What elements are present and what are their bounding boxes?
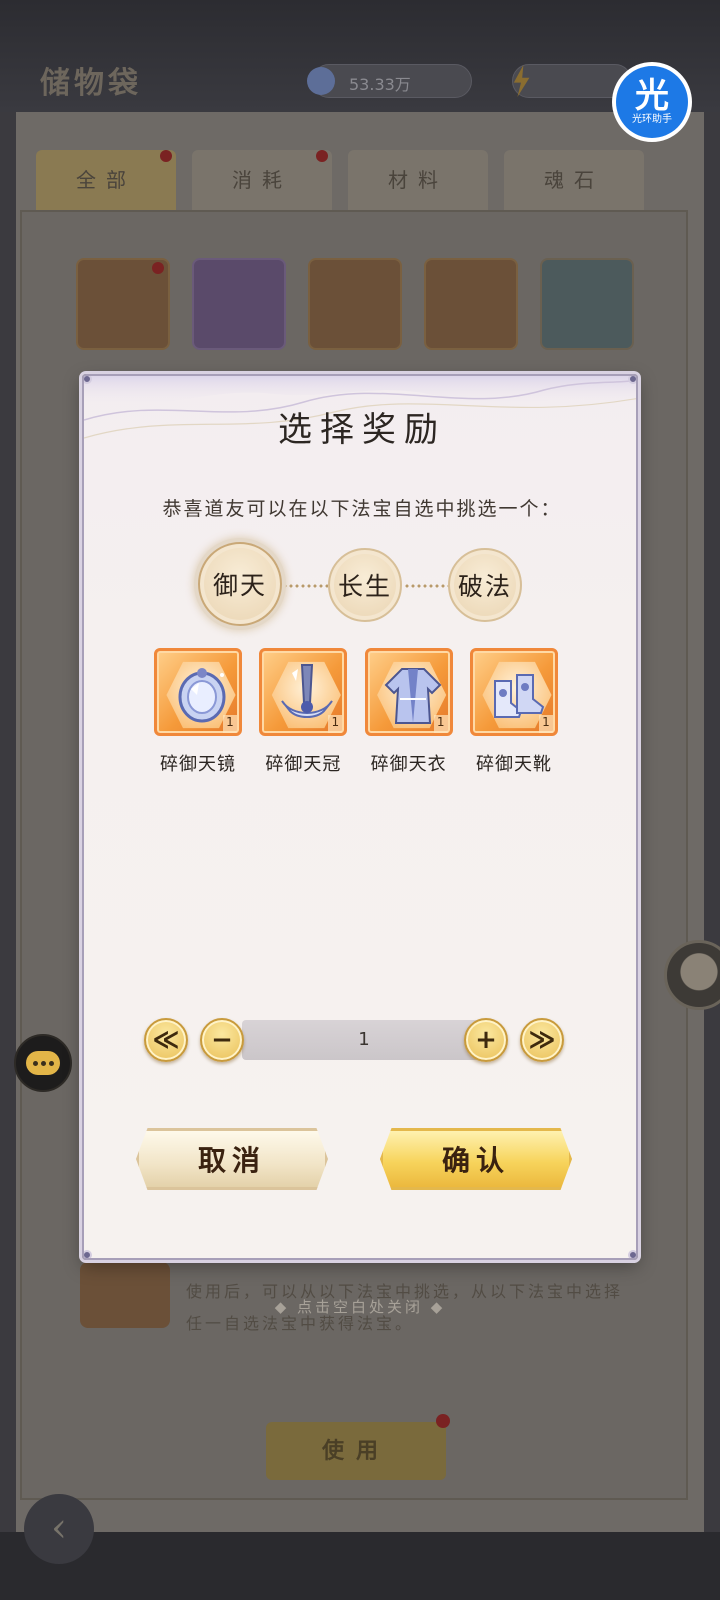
cancel-button[interactable]: 取消 [136, 1128, 328, 1190]
gem-icon [307, 67, 335, 95]
quantity-value: 1 [358, 1029, 370, 1050]
use-button[interactable]: 使用 [266, 1414, 450, 1480]
bag-tabs: 全部 消耗 材料 魂石 [36, 150, 644, 210]
reward-item[interactable]: 1 碎御天镜 [150, 648, 246, 776]
reward-name: 碎御天镜 [160, 754, 236, 775]
bag-item[interactable] [424, 258, 518, 350]
reward-name: 碎御天靴 [475, 754, 552, 775]
quantity-stepper: ≪ 1 − + ≫ [144, 1016, 568, 1064]
selected-item-icon [80, 1262, 170, 1328]
set-selector: 御天 长生 破法 [198, 542, 528, 628]
quantity-track: 1 [242, 1020, 486, 1060]
confirm-button-label: 确认 [441, 1144, 510, 1177]
reward-item-frame: 1 [154, 648, 242, 736]
set-tab-label: 破法 [457, 572, 512, 601]
double-chevron-left-icon: ≪ [152, 1025, 180, 1055]
chat-icon [26, 1051, 60, 1075]
set-tab-label: 御天 [212, 571, 267, 600]
reward-quantity: 1 [328, 715, 343, 733]
reward-list: 1 碎御天镜 1 碎御天冠 1 碎御天衣 1 碎御天靴 [150, 648, 562, 776]
reward-name: 碎御天冠 [265, 754, 342, 775]
double-chevron-right-icon: ≫ [528, 1025, 556, 1055]
tab-materials[interactable]: 材料 [348, 150, 488, 210]
bag-item-grid [76, 258, 634, 350]
cancel-button-label: 取消 [197, 1144, 266, 1177]
red-dot-badge [436, 1414, 450, 1428]
tab-all[interactable]: 全部 [36, 150, 176, 210]
corner-ornament [84, 376, 92, 384]
reward-item-frame: 1 [259, 648, 348, 736]
back-arrow-icon[interactable]: ‹ [24, 1494, 94, 1564]
bag-title: 储物袋 [40, 66, 142, 101]
currency-amount: 53.33万 [349, 75, 411, 94]
dotted-connector [282, 584, 328, 588]
select-reward-dialog: 选择奖励 恭喜道友可以在以下法宝自选中挑选一个： 御天 长生 破法 1 碎御天镜… [82, 374, 638, 1260]
decrement-button[interactable]: − [200, 1018, 244, 1062]
dialog-title: 选择奖励 [278, 410, 446, 450]
tab-label: 魂石 [544, 168, 604, 192]
reward-quantity: 1 [538, 715, 553, 733]
plus-icon: + [475, 1025, 497, 1055]
reward-item[interactable]: 1 碎御天冠 [255, 648, 351, 776]
reward-quantity: 1 [433, 715, 448, 733]
reward-item[interactable]: 1 碎御天靴 [466, 648, 562, 776]
set-tab-yutian[interactable]: 御天 [198, 542, 282, 626]
chat-button[interactable] [14, 1034, 72, 1092]
bag-item[interactable] [308, 258, 402, 350]
assistant-logo: 光 光环助手 [616, 66, 688, 138]
bottom-bar [0, 1532, 720, 1600]
red-dot-badge [152, 262, 164, 274]
assistant-logo-glyph: 光 [635, 76, 669, 116]
currency-display: 53.33万 [307, 64, 472, 98]
bag-item[interactable] [540, 258, 634, 350]
tab-soulstones[interactable]: 魂石 [504, 150, 644, 210]
corner-ornament [628, 1250, 636, 1258]
assistant-logo-text: 光环助手 [632, 114, 672, 125]
min-quantity-button[interactable]: ≪ [144, 1018, 188, 1062]
tab-label: 消耗 [232, 168, 292, 192]
set-tab-pofa[interactable]: 破法 [448, 548, 522, 622]
guanghuan-assistant-badge[interactable]: 光 光环助手 [612, 62, 692, 142]
increment-button[interactable]: + [464, 1018, 508, 1062]
bag-item[interactable] [192, 258, 286, 350]
reward-quantity: 1 [223, 715, 237, 733]
tab-label: 材料 [388, 168, 448, 192]
minus-icon: − [211, 1025, 233, 1055]
red-dot-badge [316, 150, 328, 162]
tab-consumables[interactable]: 消耗 [192, 150, 332, 210]
use-button-label: 使用 [321, 1438, 390, 1464]
dotted-connector [404, 584, 450, 588]
dialog-subtitle: 恭喜道友可以在以下法宝自选中挑选一个： [162, 498, 562, 520]
reward-item-frame: 1 [469, 648, 558, 736]
close-hint[interactable]: ◆ 点击空白处关闭 ◆ [0, 1296, 720, 1317]
reward-name: 碎御天衣 [370, 754, 447, 775]
bag-item[interactable] [76, 258, 170, 350]
corner-ornament [84, 1250, 92, 1258]
max-quantity-button[interactable]: ≫ [520, 1018, 564, 1062]
red-dot-badge [160, 150, 172, 162]
set-tab-changsheng[interactable]: 长生 [328, 548, 402, 622]
tab-label: 全部 [76, 168, 136, 192]
corner-ornament [628, 376, 636, 384]
set-tab-label: 长生 [337, 572, 392, 601]
reward-item[interactable]: 1 碎御天衣 [361, 648, 457, 776]
confirm-button[interactable]: 确认 [380, 1128, 572, 1190]
reward-item-frame: 1 [364, 648, 453, 736]
